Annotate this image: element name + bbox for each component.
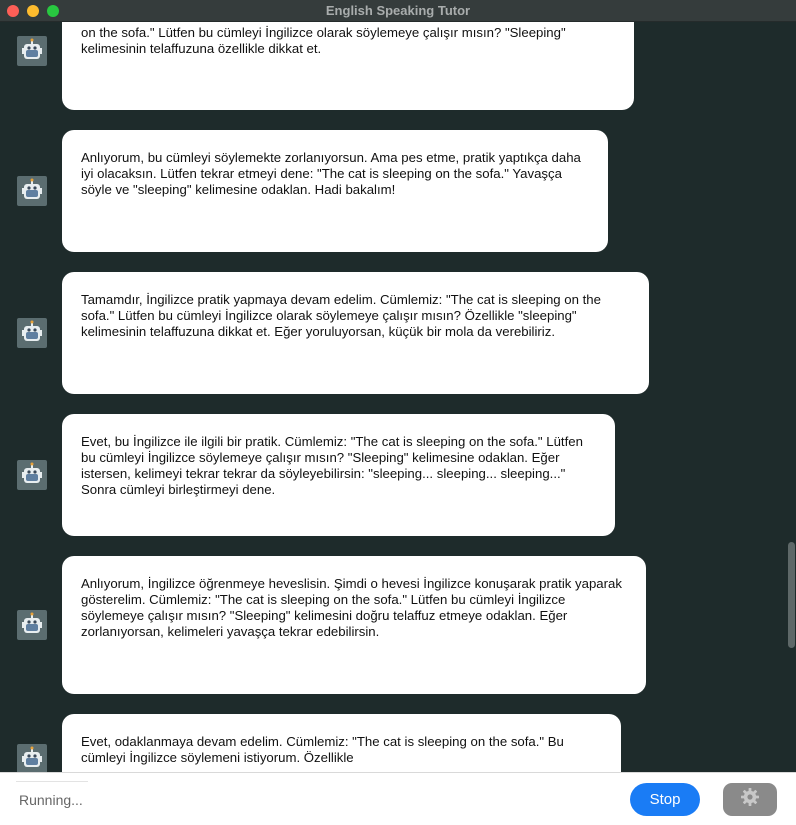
scrollbar-thumb[interactable] — [788, 542, 795, 648]
message-bubble: Evet, bu İngilizce ile ilgili bir pratik… — [62, 414, 615, 536]
title-bar: English Speaking Tutor — [0, 0, 796, 22]
gear-icon — [740, 787, 760, 812]
message-bubble: Anlıyorum, İngilizce öğrenmeye heveslisi… — [62, 556, 646, 694]
bottom-bar: Running... Stop — [0, 772, 796, 825]
message-bubble: Evet, odaklanmaya devam edelim. Cümlemiz… — [62, 714, 621, 772]
settings-button[interactable] — [723, 783, 777, 816]
window-title: English Speaking Tutor — [325, 3, 471, 18]
stop-button[interactable]: Stop — [630, 783, 700, 816]
message-bubble: on the sofa." Lütfen bu cümleyi İngilizc… — [62, 22, 634, 110]
robot-icon — [17, 460, 47, 490]
robot-icon — [17, 36, 47, 66]
message-bubble: Tamamdır, İngilizce pratik yapmaya devam… — [62, 272, 649, 394]
robot-icon — [17, 744, 47, 772]
scrollbar[interactable] — [786, 22, 796, 772]
robot-icon — [17, 318, 47, 348]
message-bubble: Anlıyorum, bu cümleyi söylemekte zorlanı… — [62, 130, 608, 252]
robot-icon — [17, 610, 47, 640]
status-text: Running... — [19, 792, 83, 808]
robot-icon — [17, 176, 47, 206]
divider — [16, 781, 88, 782]
chat-transcript[interactable]: on the sofa." Lütfen bu cümleyi İngilizc… — [0, 22, 796, 772]
